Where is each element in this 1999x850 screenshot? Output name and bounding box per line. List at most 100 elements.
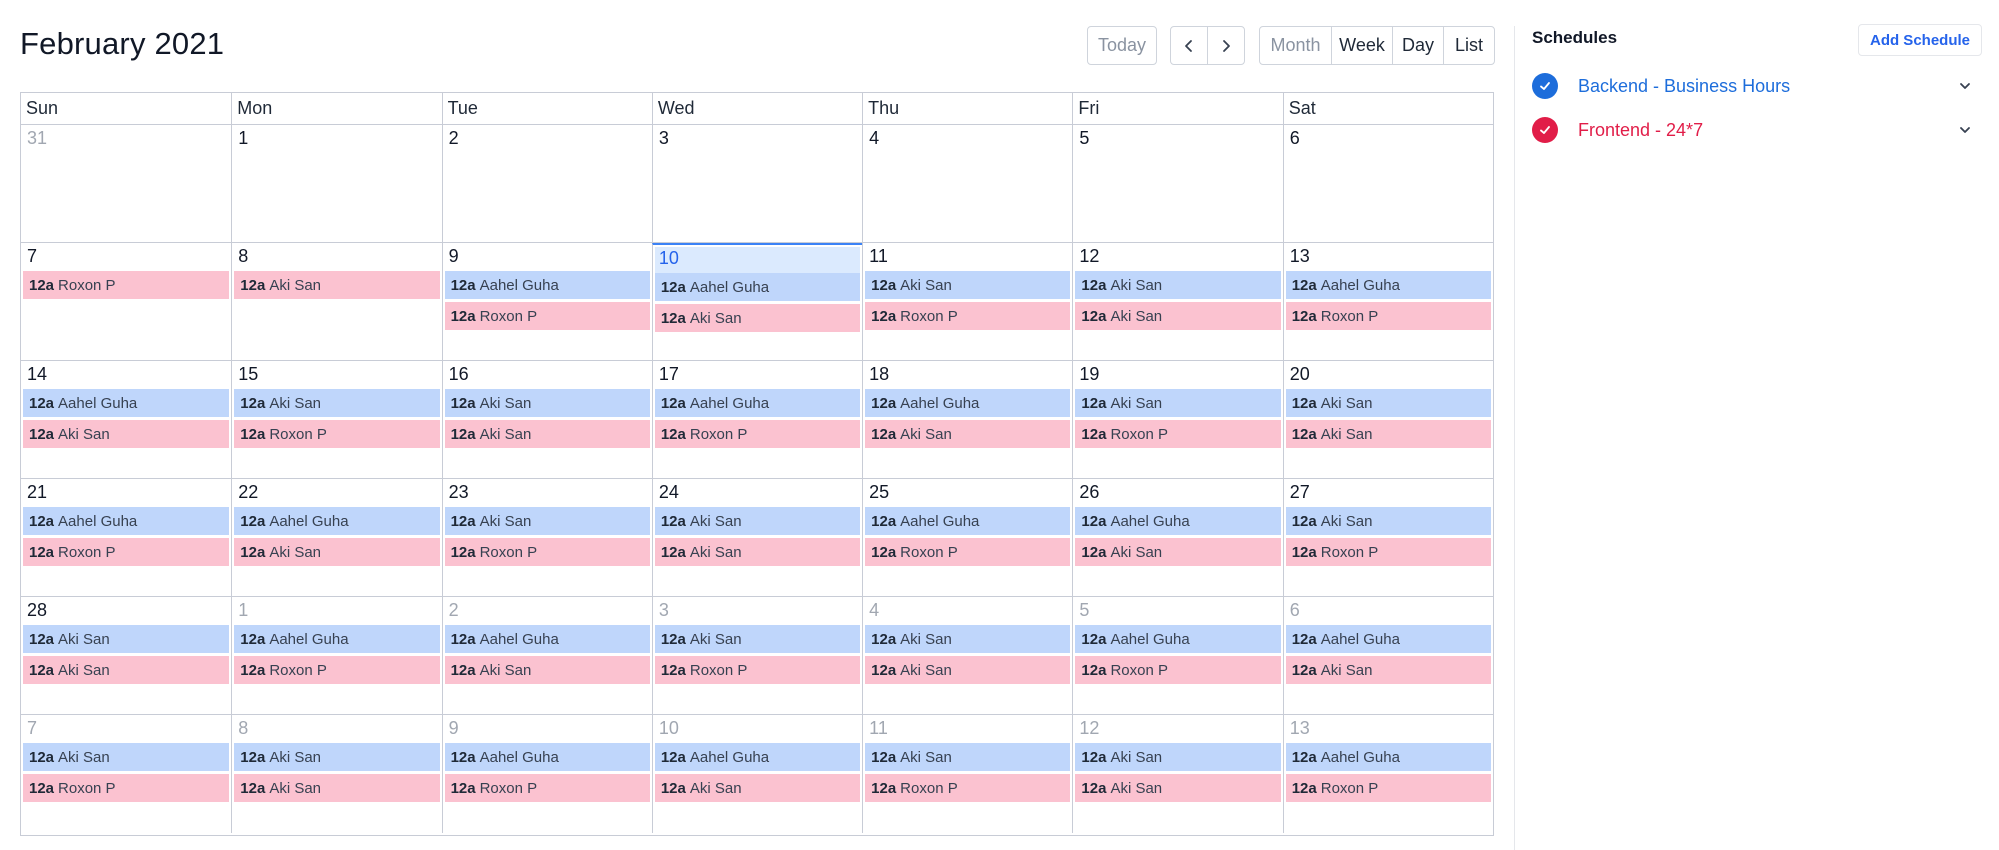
day-cell[interactable]: 10 12a Aahel Guha 12a Aki San	[651, 715, 862, 833]
event-item[interactable]: 12a Aki San	[23, 743, 230, 771]
day-number[interactable]: 31	[23, 127, 229, 153]
day-number[interactable]: 8	[234, 245, 439, 271]
day-cell[interactable]: 13 12a Aahel Guha 12a Roxon P	[1282, 243, 1493, 360]
day-number[interactable]: 15	[234, 363, 439, 389]
event-item[interactable]: 12a Roxon P	[234, 420, 440, 448]
event-item[interactable]: 12a Roxon P	[1285, 774, 1491, 802]
event-item[interactable]: 12a Aki San	[865, 271, 1071, 299]
day-number[interactable]: 11	[865, 717, 1070, 743]
event-item[interactable]: 12a Roxon P	[654, 656, 861, 684]
day-number[interactable]: 1	[234, 599, 439, 625]
schedule-item-frontend[interactable]: Frontend - 24*7	[1532, 115, 1982, 145]
day-number[interactable]: 4	[865, 599, 1070, 625]
day-cell[interactable]: 13 12a Aahel Guha 12a Roxon P	[1282, 715, 1493, 833]
day-cell[interactable]: 1 12a Aahel Guha 12a Roxon P	[231, 597, 441, 714]
day-cell[interactable]: 5	[1072, 125, 1282, 242]
day-number[interactable]: 28	[23, 599, 229, 625]
day-number[interactable]: 16	[445, 363, 650, 389]
day-cell[interactable]: 9 12a Aahel Guha 12a Roxon P	[441, 243, 652, 360]
day-number[interactable]: 9	[445, 245, 650, 271]
day-cell[interactable]: 8 12a Aki San	[231, 243, 441, 360]
day-cell[interactable]: 3	[651, 125, 862, 242]
event-item[interactable]: 12a Aahel Guha	[865, 507, 1071, 535]
event-item[interactable]: 12a Aki San	[234, 774, 440, 802]
day-cell[interactable]: 11 12a Aki San 12a Roxon P	[862, 243, 1072, 360]
day-cell[interactable]: 25 12a Aahel Guha 12a Roxon P	[862, 479, 1072, 596]
day-number[interactable]: 26	[1075, 481, 1280, 507]
today-button[interactable]: Today	[1087, 26, 1157, 65]
view-week-button[interactable]: Week	[1331, 26, 1393, 65]
event-item[interactable]: 12a Aki San	[1075, 743, 1281, 771]
day-cell[interactable]: 23 12a Aki San 12a Roxon P	[441, 479, 652, 596]
event-item[interactable]: 12a Aki San	[23, 420, 230, 448]
event-item[interactable]: 12a Roxon P	[23, 538, 230, 566]
event-item[interactable]: 12a Aki San	[865, 420, 1071, 448]
event-item[interactable]: 12a Aki San	[654, 625, 861, 653]
event-item[interactable]: 12a Roxon P	[654, 420, 861, 448]
event-item[interactable]: 12a Roxon P	[444, 774, 650, 802]
event-item[interactable]: 12a Aahel Guha	[1285, 625, 1491, 653]
event-item[interactable]: 12a Aahel Guha	[23, 389, 230, 417]
view-list-button[interactable]: List	[1443, 26, 1495, 65]
day-number[interactable]: 7	[23, 717, 229, 743]
day-number[interactable]: 18	[865, 363, 1070, 389]
event-item[interactable]: 12a Roxon P	[1075, 656, 1281, 684]
event-item[interactable]: 12a Aki San	[444, 656, 650, 684]
day-cell[interactable]: 7 12a Aki San 12a Roxon P	[21, 715, 231, 833]
event-item[interactable]: 12a Roxon P	[23, 271, 230, 299]
day-cell[interactable]: 6	[1282, 125, 1493, 242]
event-item[interactable]: 12a Aahel Guha	[654, 743, 861, 771]
event-item[interactable]: 12a Roxon P	[865, 302, 1071, 330]
day-number[interactable]: 22	[234, 481, 439, 507]
check-icon[interactable]	[1532, 117, 1558, 143]
event-item[interactable]: 12a Roxon P	[1075, 420, 1281, 448]
day-cell[interactable]: 28 12a Aki San 12a Aki San	[21, 597, 231, 714]
event-item[interactable]: 12a Aki San	[444, 507, 650, 535]
event-item[interactable]: 12a Aki San	[1285, 507, 1491, 535]
day-cell[interactable]: 12 12a Aki San 12a Aki San	[1072, 243, 1282, 360]
day-number[interactable]: 12	[1075, 717, 1280, 743]
event-item[interactable]: 12a Aki San	[234, 389, 440, 417]
day-number[interactable]: 7	[23, 245, 229, 271]
day-number[interactable]: 11	[865, 245, 1070, 271]
event-item[interactable]: 12a Aahel Guha	[234, 625, 440, 653]
event-item[interactable]: 12a Aahel Guha	[444, 743, 650, 771]
event-item[interactable]: 12a Aki San	[865, 656, 1071, 684]
day-number[interactable]: 3	[655, 127, 860, 153]
event-item[interactable]: 12a Roxon P	[444, 538, 650, 566]
day-cell[interactable]: 16 12a Aki San 12a Aki San	[441, 361, 652, 478]
day-cell[interactable]: 4	[862, 125, 1072, 242]
event-item[interactable]: 12a Aahel Guha	[1285, 271, 1491, 299]
event-item[interactable]: 12a Aki San	[1075, 774, 1281, 802]
day-cell[interactable]: 21 12a Aahel Guha 12a Roxon P	[21, 479, 231, 596]
day-cell[interactable]: 3 12a Aki San 12a Roxon P	[651, 597, 862, 714]
day-number[interactable]: 20	[1286, 363, 1491, 389]
event-item[interactable]: 12a Aki San	[654, 304, 861, 332]
day-number[interactable]: 14	[23, 363, 229, 389]
chevron-down-icon[interactable]	[1958, 79, 1972, 93]
event-item[interactable]: 12a Aki San	[1075, 302, 1281, 330]
day-cell[interactable]: 7 12a Roxon P	[21, 243, 231, 360]
event-item[interactable]: 12a Roxon P	[234, 656, 440, 684]
event-item[interactable]: 12a Aki San	[234, 743, 440, 771]
view-day-button[interactable]: Day	[1392, 26, 1444, 65]
day-cell[interactable]: 8 12a Aki San 12a Aki San	[231, 715, 441, 833]
day-number[interactable]: 2	[445, 599, 650, 625]
day-cell[interactable]: 4 12a Aki San 12a Aki San	[862, 597, 1072, 714]
event-item[interactable]: 12a Aki San	[1285, 656, 1491, 684]
event-item[interactable]: 12a Aki San	[23, 625, 230, 653]
event-item[interactable]: 12a Aahel Guha	[1075, 625, 1281, 653]
prev-button[interactable]	[1170, 26, 1208, 65]
event-item[interactable]: 12a Roxon P	[444, 302, 650, 330]
event-item[interactable]: 12a Aahel Guha	[654, 389, 861, 417]
event-item[interactable]: 12a Roxon P	[1285, 538, 1491, 566]
event-item[interactable]: 12a Aki San	[654, 507, 861, 535]
day-cell[interactable]: 14 12a Aahel Guha 12a Aki San	[21, 361, 231, 478]
event-item[interactable]: 12a Aki San	[1075, 271, 1281, 299]
event-item[interactable]: 12a Roxon P	[1285, 302, 1491, 330]
next-button[interactable]	[1207, 26, 1245, 65]
day-number[interactable]: 24	[655, 481, 860, 507]
event-item[interactable]: 12a Aki San	[654, 538, 861, 566]
chevron-down-icon[interactable]	[1958, 123, 1972, 137]
day-number[interactable]: 8	[234, 717, 439, 743]
